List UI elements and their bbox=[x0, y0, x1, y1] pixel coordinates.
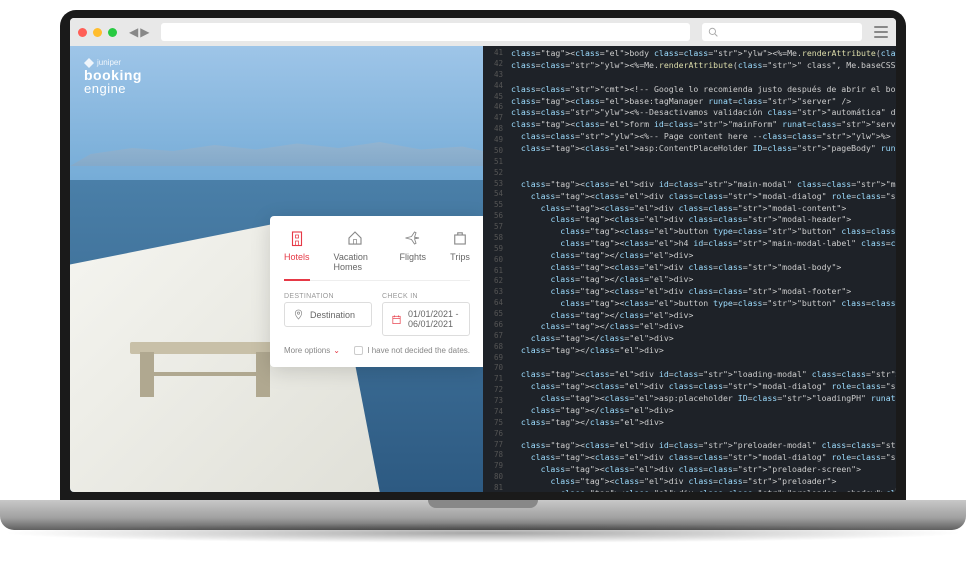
destination-field: DESTINATION Destination bbox=[284, 293, 372, 336]
tab-vacation-homes-label: Vacation Homes bbox=[334, 252, 376, 272]
laptop-notch bbox=[428, 500, 538, 508]
logo-icon bbox=[84, 58, 94, 68]
destination-placeholder: Destination bbox=[310, 310, 355, 320]
forward-button[interactable]: ▶ bbox=[140, 25, 149, 39]
brand-name-line1: booking bbox=[84, 68, 142, 82]
options-row: More options ⌄ I have not decided the da… bbox=[284, 346, 470, 355]
product-tabs: Hotels Vacation Homes bbox=[284, 228, 470, 281]
tab-trips[interactable]: Trips bbox=[450, 228, 470, 272]
close-window-button[interactable] bbox=[78, 28, 87, 37]
browser-chrome: ◀ ▶ bbox=[70, 18, 896, 46]
tab-hotels-label: Hotels bbox=[284, 252, 310, 262]
menu-button[interactable] bbox=[874, 26, 888, 38]
screen: ◀ ▶ bbox=[70, 18, 896, 492]
calendar-icon bbox=[391, 314, 402, 325]
undecided-dates-checkbox[interactable] bbox=[354, 346, 363, 355]
house-icon bbox=[345, 228, 365, 248]
laptop-shadow bbox=[0, 523, 966, 543]
background-bench bbox=[130, 342, 280, 402]
checkin-label: CHECK IN bbox=[382, 293, 470, 300]
tab-trips-label: Trips bbox=[450, 252, 470, 262]
browser-search-bar[interactable] bbox=[702, 23, 862, 41]
pin-icon bbox=[293, 309, 304, 320]
destination-input[interactable]: Destination bbox=[284, 302, 372, 327]
screen-bezel: ◀ ▶ bbox=[60, 10, 906, 500]
undecided-dates-row: I have not decided the dates. bbox=[354, 346, 470, 355]
undecided-dates-label: I have not decided the dates. bbox=[367, 346, 470, 355]
traffic-lights bbox=[78, 28, 117, 37]
brand-name-line2: engine bbox=[84, 82, 142, 95]
more-options-toggle[interactable]: More options ⌄ bbox=[284, 346, 340, 355]
checkin-field: CHECK IN 01/01/2021 - 06/01/2021 bbox=[382, 293, 470, 336]
line-number-gutter: 41 42 43 44 45 46 47 48 49 50 51 52 53 5… bbox=[483, 46, 507, 492]
brand-logo: juniper booking engine bbox=[84, 58, 142, 95]
brand-prefix: juniper bbox=[97, 59, 121, 67]
suitcase-icon bbox=[450, 228, 470, 248]
tab-flights[interactable]: Flights bbox=[399, 228, 426, 272]
tab-hotels[interactable]: Hotels bbox=[284, 228, 310, 272]
search-icon bbox=[708, 27, 718, 37]
more-options-label: More options bbox=[284, 346, 330, 355]
checkin-value: 01/01/2021 - 06/01/2021 bbox=[408, 309, 461, 329]
tab-flights-label: Flights bbox=[399, 252, 426, 262]
plane-icon bbox=[403, 228, 423, 248]
chevron-down-icon: ⌄ bbox=[333, 346, 340, 355]
destination-label: DESTINATION bbox=[284, 293, 372, 300]
code-editor-pane: 41 42 43 44 45 46 47 48 49 50 51 52 53 5… bbox=[483, 46, 896, 492]
checkin-input[interactable]: 01/01/2021 - 06/01/2021 bbox=[382, 302, 470, 336]
background-mountains bbox=[70, 136, 483, 166]
tab-vacation-homes[interactable]: Vacation Homes bbox=[334, 228, 376, 272]
search-form-row: DESTINATION Destination CHECK IN bbox=[284, 293, 470, 336]
url-bar[interactable] bbox=[161, 23, 690, 41]
laptop-mockup: ◀ ▶ bbox=[60, 10, 906, 553]
hotel-icon bbox=[287, 228, 307, 248]
search-card: Hotels Vacation Homes bbox=[270, 216, 483, 367]
code-content[interactable]: class="tag"><class="el">body class=class… bbox=[507, 46, 896, 492]
back-button[interactable]: ◀ bbox=[129, 25, 138, 39]
split-content: juniper booking engine Hotels bbox=[70, 46, 896, 492]
maximize-window-button[interactable] bbox=[108, 28, 117, 37]
minimize-window-button[interactable] bbox=[93, 28, 102, 37]
booking-app-pane: juniper booking engine Hotels bbox=[70, 46, 483, 492]
